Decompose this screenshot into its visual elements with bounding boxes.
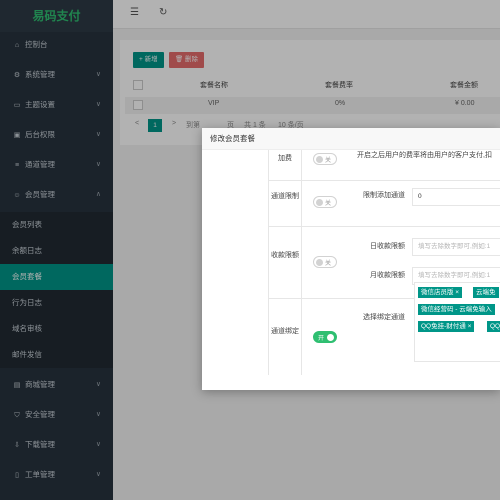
- collect-limit-label: 收款限额: [271, 252, 299, 259]
- fee-label: 加费: [278, 155, 292, 162]
- modal-title: 修改会员套餐: [202, 128, 500, 150]
- tag-wechat-clerk[interactable]: 微信店员版 ×: [418, 287, 463, 298]
- channel-bind-label: 通道绑定: [271, 328, 299, 335]
- channel-bind-field-label: 选择绑定通道: [363, 314, 405, 321]
- tag-cloud-free[interactable]: 云端免: [473, 287, 499, 298]
- tag-qq[interactable]: QQ: [487, 321, 500, 332]
- daily-limit-input[interactable]: 填写去除数字即可,例如:1: [412, 238, 500, 256]
- channel-tag-select[interactable]: 微信店员版 × 云端免 微信经营码 - 云端免输入 QQ免挂-财付通 × QQ: [414, 282, 500, 362]
- channel-limit-label: 通道限制: [271, 193, 299, 200]
- channel-limit-field-label: 限制添加通道: [363, 192, 405, 199]
- daily-limit-label: 日收款限额: [370, 243, 405, 250]
- modal-footer: [202, 375, 500, 390]
- tag-wechat-business-code[interactable]: 微信经营码 - 云端免输入: [418, 304, 495, 315]
- fee-note: 开启之后用户的费率将由用户的客户支付,扣: [357, 152, 492, 159]
- fee-section: 加费 关 开启之后用户的费率将由用户的客户支付,扣: [269, 150, 500, 181]
- channel-limit-switch[interactable]: 关: [313, 196, 337, 208]
- tag-qq-tenpay[interactable]: QQ免挂-财付通 ×: [418, 321, 475, 332]
- channel-limit-input[interactable]: 0: [412, 188, 500, 206]
- channel-bind-switch[interactable]: 开: [313, 331, 337, 343]
- monthly-limit-label: 月收款限额: [370, 272, 405, 279]
- collect-limit-switch[interactable]: 关: [313, 256, 337, 268]
- fee-switch[interactable]: 关: [313, 153, 337, 165]
- channel-limit-section: 通道限制 关 限制添加通道 0: [269, 180, 500, 227]
